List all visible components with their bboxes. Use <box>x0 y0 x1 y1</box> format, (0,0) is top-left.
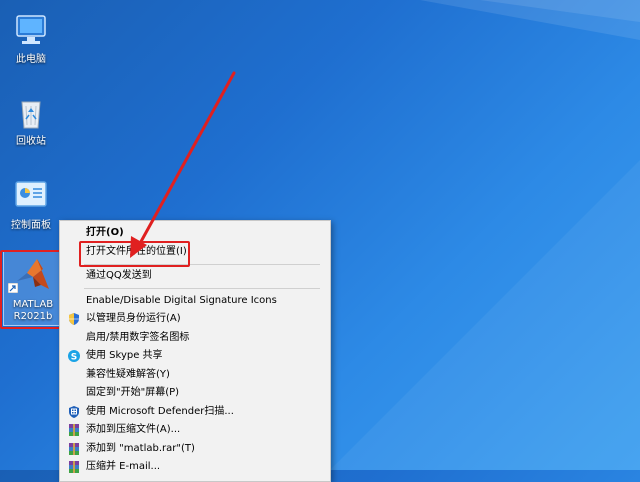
annotation-arrow <box>130 71 236 258</box>
